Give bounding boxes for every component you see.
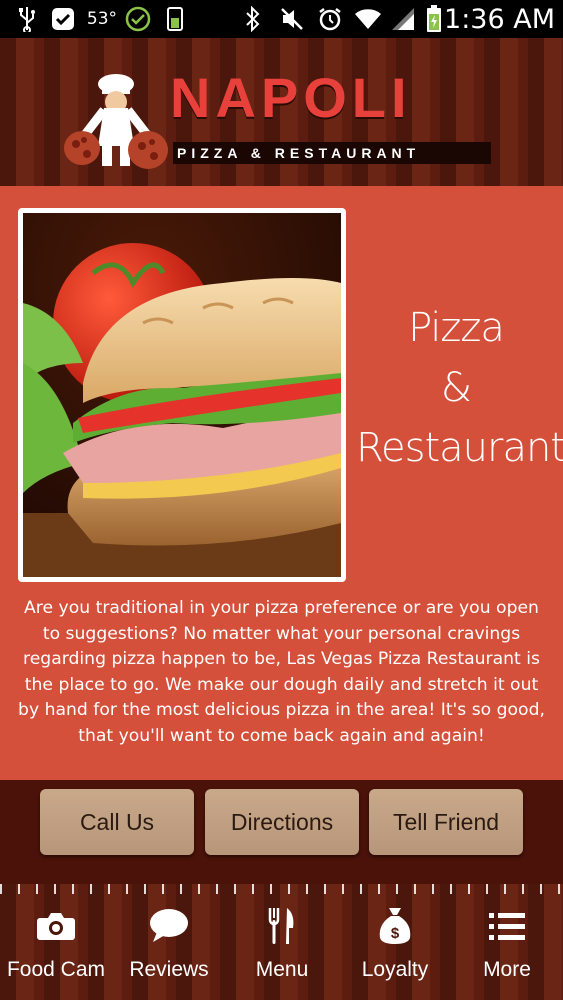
tell-friend-button[interactable]: Tell Friend <box>369 789 523 855</box>
alarm-icon <box>316 0 344 38</box>
nav-menu[interactable]: Menu <box>226 898 338 998</box>
wifi-icon <box>354 0 382 38</box>
camera-icon <box>36 898 76 954</box>
restaurant-description: Are you traditional in your pizza prefer… <box>18 598 545 746</box>
app-header: NAPOLI PIZZA & RESTAURANT <box>0 38 563 186</box>
main-content: Pizza & Restaurant Are you traditional i… <box>0 186 563 780</box>
battery-saver-icon <box>164 0 186 38</box>
fork-knife-icon <box>267 898 297 954</box>
bluetooth-icon <box>242 0 264 38</box>
bottom-nav: Food Cam Reviews Menu $ Loyalty More <box>0 884 563 1000</box>
clock: 1:36 AM <box>444 3 555 35</box>
nav-reviews[interactable]: Reviews <box>113 898 225 998</box>
hero-title-line: Pizza <box>408 305 505 351</box>
brand-tagline: PIZZA & RESTAURANT <box>173 142 491 164</box>
nav-label: More <box>483 958 531 981</box>
sandwich-photo <box>18 208 346 582</box>
brand-name: NAPOLI <box>170 66 412 129</box>
nav-food-cam[interactable]: Food Cam <box>0 898 112 998</box>
nav-more[interactable]: More <box>451 898 563 998</box>
chat-bubble-icon <box>149 898 189 954</box>
nav-label: Food Cam <box>6 958 106 981</box>
notification-icon <box>50 0 76 38</box>
battery-icon <box>422 0 446 38</box>
nav-label: Loyalty <box>361 958 429 981</box>
action-bar: Call Us Directions Tell Friend <box>0 780 563 884</box>
mute-icon <box>278 0 306 38</box>
money-bag-icon: $ <box>378 898 412 954</box>
directions-button[interactable]: Directions <box>205 789 359 855</box>
nav-loyalty[interactable]: $ Loyalty <box>339 898 451 998</box>
hero-title-line: Restaurant <box>356 425 563 471</box>
hero-title-line: & <box>440 365 472 411</box>
temperature: 53° <box>86 9 118 29</box>
list-icon <box>489 898 525 954</box>
svg-text:$: $ <box>391 925 400 942</box>
nav-label: Menu <box>255 958 309 981</box>
status-bar: 53° 1:36 AM <box>0 0 563 38</box>
nav-label: Reviews <box>129 958 209 981</box>
chef-logo <box>62 74 170 198</box>
check-icon <box>124 0 152 38</box>
hero-title: Pizza & Restaurant <box>356 298 563 478</box>
nav-divider <box>0 884 563 894</box>
signal-icon <box>388 0 418 38</box>
usb-icon <box>14 0 40 38</box>
call-us-button[interactable]: Call Us <box>40 789 194 855</box>
